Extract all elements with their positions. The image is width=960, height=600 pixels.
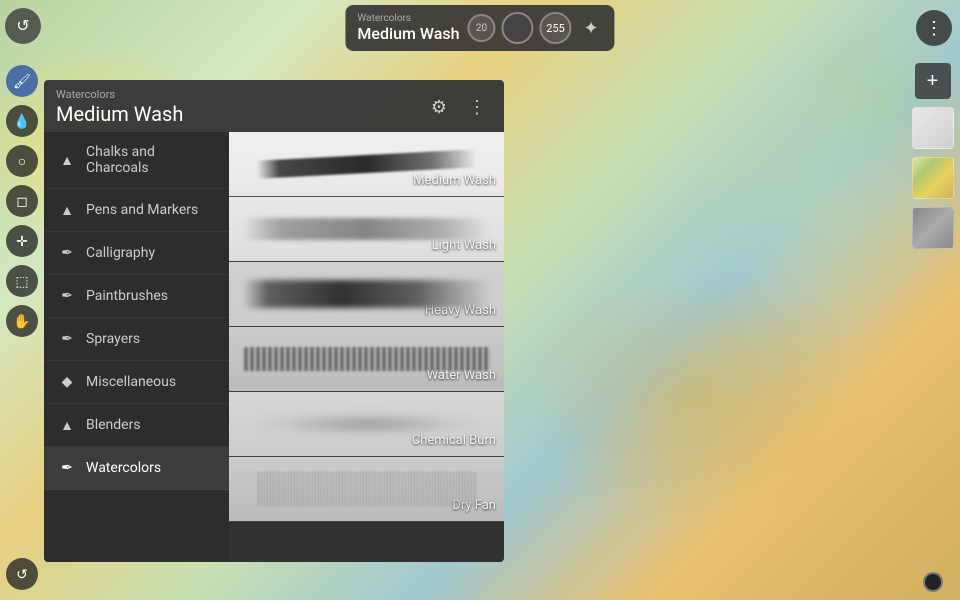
stamp-icon[interactable]: ✦	[579, 14, 602, 43]
pan-tool-button[interactable]: ✋	[6, 305, 38, 337]
brush-preview-light-wash: Light Wash	[229, 197, 504, 261]
brush-tool-button[interactable]: 🖌	[6, 65, 38, 97]
category-item-miscellaneous[interactable]: ◆ Miscellaneous	[44, 361, 229, 404]
brush-label-medium-wash: Medium Wash	[413, 173, 496, 188]
size-controls: 20 255	[467, 12, 571, 44]
sprayers-label: Sprayers	[86, 331, 140, 347]
brush-list: Medium Wash Light Wash Heavy Wash Water …	[229, 132, 504, 562]
small-size-value: 20	[476, 23, 487, 34]
category-item-paintbrushes[interactable]: ✒ Paintbrushes	[44, 275, 229, 318]
right-panel: +	[905, 55, 960, 600]
category-item-blenders[interactable]: ▲ Blenders	[44, 404, 229, 447]
select-tool-button[interactable]: ⬚	[6, 265, 38, 297]
brush-item-medium-wash[interactable]: Medium Wash	[229, 132, 504, 197]
panel-header-controls: ⚙ ⋮	[424, 88, 492, 122]
brush-preview-medium-wash: Medium Wash	[229, 132, 504, 196]
misc-icon: ◆	[58, 373, 76, 391]
layer-thumbnail-2[interactable]	[912, 157, 954, 199]
medium-size-button[interactable]	[501, 12, 533, 44]
brush-panel: Watercolors Medium Wash ⚙ ⋮ ▲ Chalks and…	[44, 80, 504, 562]
brush-item-chemical-burn[interactable]: Chemical Burn	[229, 392, 504, 457]
smear-tool-button[interactable]: ○	[6, 145, 38, 177]
dropper-tool-button[interactable]: 💧	[6, 105, 38, 137]
panel-body: ▲ Chalks and Charcoals ▲ Pens and Marker…	[44, 132, 504, 562]
category-list: ▲ Chalks and Charcoals ▲ Pens and Marker…	[44, 132, 229, 562]
calligraphy-label: Calligraphy	[86, 245, 155, 261]
blenders-label: Blenders	[86, 417, 141, 433]
brush-label-light-wash: Light Wash	[432, 238, 496, 253]
sprayers-icon: ✒	[58, 330, 76, 348]
brush-item-heavy-wash[interactable]: Heavy Wash	[229, 262, 504, 327]
panel-more-button[interactable]: ⋮	[462, 92, 492, 122]
transform-tool-button[interactable]: ✛	[6, 225, 38, 257]
brush-label-water-wash: Water Wash	[427, 368, 496, 383]
brush-label-heavy-wash: Heavy Wash	[425, 303, 496, 318]
brush-name-display: Watercolors Medium Wash	[357, 13, 459, 43]
large-size-display[interactable]: 255	[539, 12, 571, 44]
category-item-watercolors[interactable]: ✒ Watercolors	[44, 447, 229, 490]
panel-title: Medium Wash	[56, 102, 183, 126]
brush-item-water-wash[interactable]: Water Wash	[229, 327, 504, 392]
more-options-button[interactable]: ⋮	[916, 10, 952, 46]
color-picker-dot[interactable]	[923, 572, 943, 592]
misc-label: Miscellaneous	[86, 374, 176, 390]
small-size-button[interactable]: 20	[467, 14, 495, 42]
brush-preview-heavy-wash: Heavy Wash	[229, 262, 504, 326]
panel-header: Watercolors Medium Wash ⚙ ⋮	[44, 80, 504, 132]
layer-thumbnail-1[interactable]	[912, 107, 954, 149]
blenders-icon: ▲	[58, 416, 76, 434]
brush-label-dry-fan: Dry Fan	[452, 498, 496, 513]
brush-name-label: Medium Wash	[357, 24, 459, 43]
paintbrushes-icon: ✒	[58, 287, 76, 305]
undo-bottom-button[interactable]: ↺	[6, 558, 38, 590]
pens-label: Pens and Markers	[86, 202, 198, 218]
panel-header-left: Watercolors Medium Wash	[56, 88, 183, 126]
brush-preview-dry-fan: Dry Fan	[229, 457, 504, 521]
chalks-label: Chalks and Charcoals	[86, 144, 215, 176]
category-item-pens[interactable]: ▲ Pens and Markers	[44, 189, 229, 232]
left-toolbar: 🖌 💧 ○ ◻ ✛ ⬚ ✋ ↺	[0, 55, 44, 600]
category-item-calligraphy[interactable]: ✒ Calligraphy	[44, 232, 229, 275]
eraser-tool-button[interactable]: ◻	[6, 185, 38, 217]
watercolors-label: Watercolors	[86, 460, 161, 476]
panel-settings-button[interactable]: ⚙	[424, 92, 454, 122]
add-layer-button[interactable]: +	[915, 63, 951, 99]
pens-icon: ▲	[58, 201, 76, 219]
calligraphy-icon: ✒	[58, 244, 76, 262]
brush-selector: Watercolors Medium Wash 20 255 ✦	[345, 5, 614, 51]
top-toolbar: ↺ Watercolors Medium Wash 20 255 ✦ ⋮	[0, 0, 960, 55]
watercolors-icon: ✒	[58, 459, 76, 477]
brush-category-label: Watercolors	[357, 13, 411, 24]
paintbrushes-label: Paintbrushes	[86, 288, 168, 304]
undo-button[interactable]: ↺	[5, 8, 41, 44]
layer-thumbnail-3[interactable]	[912, 207, 954, 249]
brush-item-dry-fan[interactable]: Dry Fan	[229, 457, 504, 522]
brush-label-chemical-burn: Chemical Burn	[412, 433, 496, 448]
category-item-sprayers[interactable]: ✒ Sprayers	[44, 318, 229, 361]
brush-item-light-wash[interactable]: Light Wash	[229, 197, 504, 262]
brush-preview-chemical-burn: Chemical Burn	[229, 392, 504, 456]
panel-subtitle: Watercolors	[56, 88, 183, 101]
brush-preview-water-wash: Water Wash	[229, 327, 504, 391]
category-item-chalks[interactable]: ▲ Chalks and Charcoals	[44, 132, 229, 189]
chalks-icon: ▲	[58, 151, 76, 169]
